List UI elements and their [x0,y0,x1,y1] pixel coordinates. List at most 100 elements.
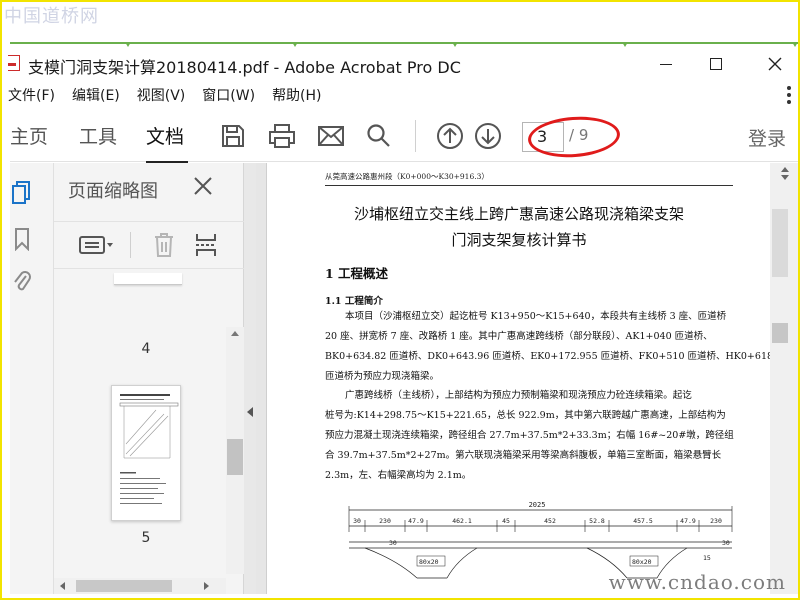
minimize-button[interactable] [643,48,689,80]
scroll-thumb[interactable] [227,439,243,475]
pdf-icon [8,55,20,71]
title-bar: 支模门洞支架计算20180414.pdf - Adobe Acrobat Pro… [8,48,800,80]
acrobat-window: 支模门洞支架计算20180414.pdf - Adobe Acrobat Pro… [8,48,800,594]
drawing-dim: 47.9 [408,517,424,525]
panel-title: 页面缩略图 [68,181,158,202]
login-button[interactable]: 登录 [748,124,786,151]
thumbnails-panel: 页面缩略图 4 5 [54,163,244,594]
close-window-button[interactable] [752,48,798,80]
tab-tools[interactable]: 工具 [79,122,117,149]
search-icon [367,124,390,147]
drawing-total-dim: 2025 [529,501,546,509]
thumbnail-label: 4 [141,341,151,357]
options-menu-icon [79,236,113,254]
menu-edit[interactable]: 编辑(E) [72,85,120,105]
document-page: 从莞高速公路惠州段（K0+000～K30+916.3） 沙埔枢纽立交主线上跨广惠… [266,163,770,594]
save-button[interactable] [218,121,248,151]
scroll-up-icon[interactable] [231,331,239,336]
window-title: 支模门洞支架计算20180414.pdf - Adobe Acrobat Pro… [28,58,461,77]
thumbnail-vertical-scrollbar[interactable] [226,327,244,574]
paragraph-line: 本项目（沙浦枢纽立交）起讫桩号 K13+950～K15+640，本段共有主线桥 … [345,311,727,322]
main-toolbar: 主页 工具 文档 3 / 9 登录 [10,110,800,163]
page-header: 从莞高速公路惠州段（K0+000～K30+916.3） [325,172,489,181]
panel-toolbar [54,221,244,269]
menu-view[interactable]: 视图(V) [137,85,186,105]
drawing-dim: 30 [353,517,361,525]
extract-pages-button[interactable] [192,230,220,260]
close-icon [194,177,212,195]
paragraph-2: 广惠跨线桥（主线桥），上部结构为预应力预制箱梁和现浇预应力砼连续箱梁。起讫 桩号… [325,386,735,486]
extract-pages-icon [196,234,216,256]
panel-collapse-handle[interactable] [244,163,256,594]
paragraph-line: 预应力混凝土现浇连续箱梁，跨径组合 27.7m+37.5m*2+33.3m；右幅… [325,430,734,441]
thumbnail-horizontal-scrollbar[interactable] [54,578,226,594]
email-icon [318,126,344,146]
scroll-left-icon[interactable] [60,582,65,590]
tab-document[interactable]: 文档 [146,122,189,163]
watermark-bottom: www.cndao.com [608,570,786,594]
document-view: 从莞高速公路惠州段（K0+000～K30+916.3） 沙埔枢纽立交主线上跨广惠… [256,163,770,594]
highlight-annotation [526,113,622,161]
subsection-heading: 1.1 工程简介 [325,296,383,307]
thumbnail-options-button[interactable] [76,230,118,260]
drawing-dim: 462.1 [452,517,472,525]
scroll-down-icon[interactable] [781,175,789,180]
header-rule [325,185,733,186]
delete-pages-button[interactable] [150,230,178,260]
previous-page-button[interactable] [435,121,465,151]
save-icon [222,125,244,147]
rail-attachments[interactable] [10,267,34,295]
rail-bookmarks[interactable] [10,225,34,253]
menu-help[interactable]: 帮助(H) [272,85,321,105]
minimize-icon [660,63,672,65]
navigation-rail [10,163,54,594]
collapse-left-icon[interactable] [247,407,253,417]
document-title-line2: 门洞支架复核计算书 [451,231,587,249]
email-button[interactable] [316,121,346,151]
scroll-up-icon[interactable] [781,167,789,172]
more-options-icon[interactable] [786,86,792,104]
paragraph-line: BK0+634.82 匝道桥、DK0+643.96 匝道桥、EK0+172.95… [325,351,770,362]
menu-window[interactable]: 窗口(W) [202,85,255,105]
page-down-icon [475,123,501,149]
drawing-dim: 230 [379,517,391,525]
page-thumbnails-icon [12,181,30,204]
drawing-dim: 230 [710,517,722,525]
trash-icon [155,233,173,257]
drawing-label: 30 [389,539,397,547]
tab-home[interactable]: 主页 [10,122,48,149]
menu-bar: 文件(F) 编辑(E) 视图(V) 窗口(W) 帮助(H) [8,82,800,108]
scroll-right-icon[interactable] [204,582,209,590]
thumbnail-page-4[interactable] [114,273,182,285]
document-vertical-scrollbar[interactable] [770,163,800,594]
drawing-dim: 452 [544,517,556,525]
paragraph-line: 桩号为:K14+298.75～K15+221.65，总长 922.9m，其中第六… [325,410,726,421]
panel-close-button[interactable] [190,173,216,199]
scroll-thumb[interactable] [772,323,788,343]
close-icon [768,57,782,71]
drawing-dim: 45 [502,517,510,525]
drawing-label: 15 [703,554,711,562]
watermark-top: 中国道桥网 [4,6,99,27]
search-button[interactable] [364,121,394,151]
section-heading: 1 工程概述 [325,266,389,281]
drawing-label: 80x20 [632,558,652,566]
drawing-label: 30 [722,539,730,547]
document-title-line1: 沙埔枢纽立交主线上跨广惠高速公路现浇箱梁支架 [353,205,684,223]
thumbnail-page-5[interactable] [111,385,181,521]
scroll-thumb[interactable] [76,580,172,592]
rail-page-thumbnails[interactable] [10,179,34,207]
paragraph-line: 2.3m，左、右幅梁高均为 2.1m。 [325,470,472,481]
ruler-line [10,42,800,47]
next-page-button[interactable] [473,121,503,151]
drawing-dim: 47.9 [680,517,696,525]
maximize-button[interactable] [693,48,739,80]
paragraph-line: 合 39.7m+37.5m*2+27m。第六联现浇箱梁采用等梁高斜腹板，单箱三室… [325,450,722,461]
scroll-track[interactable] [772,209,788,277]
toolbar-separator [415,120,416,152]
thumbnail-list: 4 5 [54,273,226,573]
print-icon [269,124,295,148]
menu-file[interactable]: 文件(F) [8,85,55,105]
print-button[interactable] [267,121,297,151]
thumbnail-label: 5 [141,530,151,546]
